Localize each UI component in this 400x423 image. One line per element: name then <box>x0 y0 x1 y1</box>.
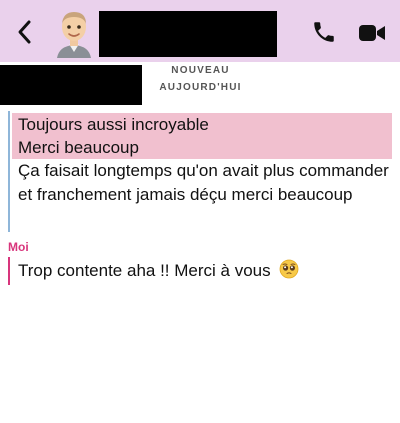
redacted-sender-name <box>0 65 142 105</box>
outgoing-message-group: Trop contente aha !! Merci à vous <box>8 257 392 285</box>
bitmoji-avatar-icon <box>57 12 91 58</box>
message-text[interactable]: Ça faisait longtemps qu'on avait plus co… <box>10 159 392 207</box>
sender-label-me: Moi <box>8 240 29 254</box>
phone-icon <box>314 22 334 42</box>
avatar[interactable] <box>51 6 97 58</box>
new-messages-label: NOUVEAU <box>171 65 230 76</box>
chevron-left-icon <box>18 20 31 44</box>
chat-header <box>0 0 400 62</box>
highlighted-message[interactable]: Toujours aussi incroyable <box>12 113 392 136</box>
video-camera-icon <box>359 25 385 41</box>
redacted-contact-name <box>99 11 277 57</box>
video-call-button[interactable] <box>358 22 386 44</box>
message-text: Trop contente aha !! Merci à vous <box>18 261 271 280</box>
call-button[interactable] <box>311 19 337 45</box>
incoming-message-group: Toujours aussi incroyable Merci beaucoup… <box>8 111 392 232</box>
pleading-face-emoji-icon <box>279 259 299 279</box>
highlighted-message[interactable]: Merci beaucoup <box>12 136 392 159</box>
date-separator: AUJOURD'HUI <box>159 82 242 93</box>
outgoing-message[interactable]: Trop contente aha !! Merci à vous <box>10 257 392 285</box>
back-button[interactable] <box>12 14 38 50</box>
